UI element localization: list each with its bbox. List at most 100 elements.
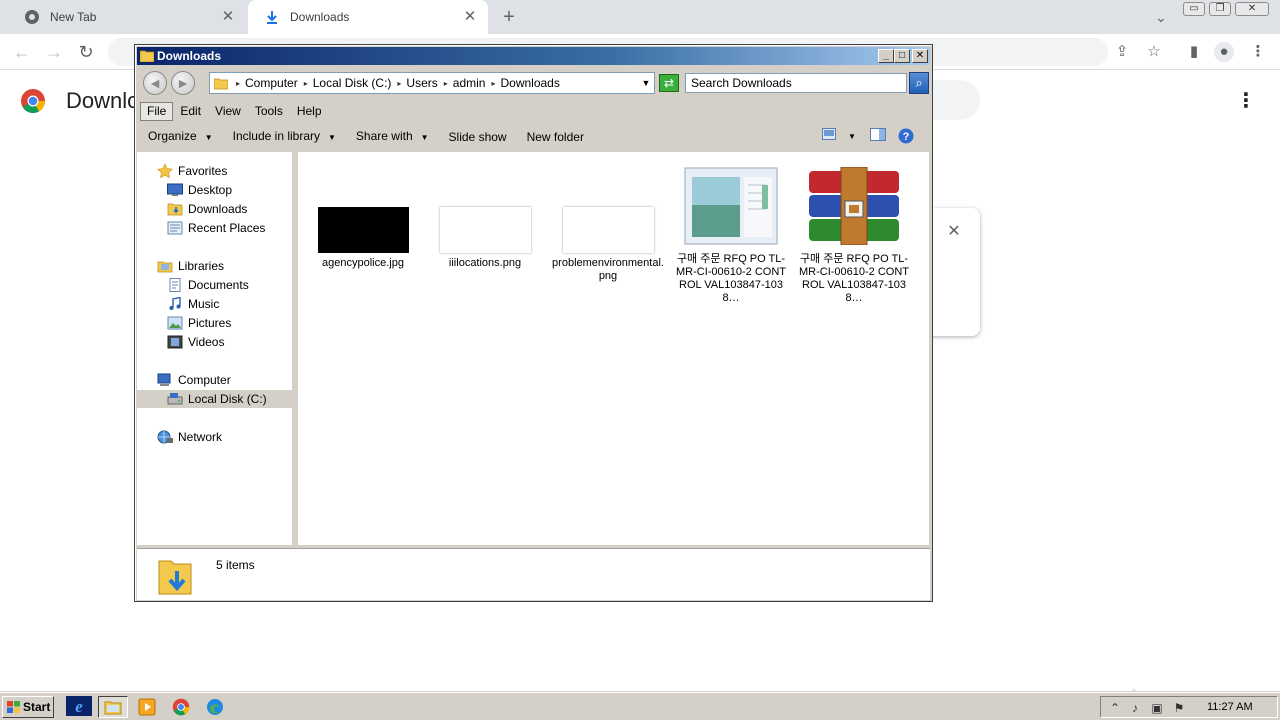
back-icon[interactable]: ← bbox=[10, 40, 34, 64]
back-icon[interactable]: ◄ bbox=[143, 71, 167, 95]
nav-libraries[interactable]: Libraries bbox=[157, 257, 224, 275]
nav-pictures[interactable]: Pictures bbox=[167, 314, 231, 332]
nav-network[interactable]: Network bbox=[157, 428, 222, 446]
menu-file[interactable]: File bbox=[140, 102, 174, 121]
videos-icon bbox=[167, 335, 183, 349]
change-view-icon[interactable] bbox=[820, 128, 838, 146]
chrome-logo-icon bbox=[21, 89, 45, 114]
chevron-right-icon: ▸ bbox=[397, 78, 402, 88]
include-in-library-button[interactable]: Include in library ▼ bbox=[222, 123, 345, 151]
nav-label: Videos bbox=[188, 335, 225, 349]
refresh-icon[interactable]: ⇄ bbox=[659, 74, 679, 92]
image-thumbnail bbox=[439, 207, 531, 253]
include-in-library-label: Include in library bbox=[232, 129, 320, 143]
close-tab-icon[interactable]: ✕ bbox=[220, 9, 236, 25]
folder-icon bbox=[140, 50, 154, 62]
forward-icon[interactable]: → bbox=[42, 40, 66, 64]
close-tab-icon[interactable]: ✕ bbox=[462, 9, 478, 25]
nav-desktop[interactable]: Desktop bbox=[167, 181, 232, 199]
profile-icon[interactable]: ● bbox=[1214, 42, 1234, 62]
menu-edit[interactable]: Edit bbox=[173, 101, 208, 122]
menu-view[interactable]: View bbox=[208, 101, 248, 122]
chevron-right-icon: ▸ bbox=[303, 78, 308, 88]
organize-button[interactable]: Organize ▼ bbox=[137, 123, 222, 151]
folder-icon bbox=[214, 78, 228, 90]
start-button[interactable]: Start bbox=[2, 696, 54, 718]
close-icon[interactable]: ✕ bbox=[1235, 2, 1269, 16]
restore-icon[interactable]: ❐ bbox=[1209, 2, 1231, 16]
nav-favorites[interactable]: Favorites bbox=[157, 162, 227, 180]
new-folder-button[interactable]: New folder bbox=[516, 124, 593, 150]
details-pane: 5 items bbox=[137, 548, 930, 600]
remove-icon[interactable]: ✕ bbox=[944, 222, 964, 242]
breadcrumb-downloads[interactable]: Downloads bbox=[500, 76, 559, 90]
network-status-icon[interactable]: ▣ bbox=[1149, 700, 1165, 716]
breadcrumb[interactable]: ▸ Computer ▸ Local Disk (C:) ▸ Users ▸ a… bbox=[209, 72, 655, 94]
file-item[interactable]: 구매 주문 RFQ PO TL-MR-CI-00610-2 CONTROL VA… bbox=[798, 166, 910, 305]
preview-pane-icon[interactable] bbox=[869, 128, 887, 146]
tab-new-tab[interactable]: New Tab ✕ bbox=[8, 0, 246, 34]
menu-tools[interactable]: Tools bbox=[248, 101, 290, 122]
bookmark-star-icon[interactable]: ☆ bbox=[1144, 42, 1164, 62]
title-bar[interactable]: Downloads _ □ ✕ bbox=[137, 47, 930, 65]
breadcrumb-users[interactable]: Users bbox=[406, 76, 437, 90]
clock[interactable]: 11:27 AM bbox=[1207, 697, 1253, 717]
share-with-label: Share with bbox=[355, 129, 413, 143]
search-downloads-field[interactable] bbox=[930, 80, 980, 120]
minimize-button[interactable]: _ bbox=[878, 49, 894, 63]
volume-icon[interactable]: ♪ bbox=[1127, 700, 1143, 716]
share-icon[interactable]: ⇪ bbox=[1112, 42, 1132, 62]
command-bar: Organize ▼ Include in library ▼ Share with… bbox=[137, 124, 930, 150]
breadcrumb-local-disk[interactable]: Local Disk (C:) bbox=[313, 76, 392, 90]
window-title: Downloads bbox=[157, 49, 222, 63]
close-button[interactable]: ✕ bbox=[912, 49, 928, 63]
nav-documents[interactable]: Documents bbox=[167, 276, 249, 294]
slide-show-button[interactable]: Slide show bbox=[438, 124, 516, 150]
nav-music[interactable]: Music bbox=[167, 295, 219, 313]
nav-label: Downloads bbox=[188, 202, 248, 216]
file-item[interactable]: iiilocations.png bbox=[429, 207, 541, 270]
media-player-icon[interactable] bbox=[132, 696, 162, 718]
chevron-down-icon[interactable]: ▼ bbox=[637, 72, 655, 94]
nav-downloads[interactable]: Downloads bbox=[167, 200, 247, 218]
maximize-button[interactable]: □ bbox=[894, 49, 910, 63]
more-options-icon[interactable]: ⋮ bbox=[1236, 89, 1256, 113]
file-item[interactable]: agencypolice.jpg bbox=[307, 207, 419, 270]
new-tab-icon[interactable]: + bbox=[498, 6, 520, 28]
nav-videos[interactable]: Videos bbox=[167, 333, 224, 351]
chevron-right-icon: ▸ bbox=[236, 78, 241, 88]
breadcrumb-computer[interactable]: Computer bbox=[245, 76, 298, 90]
chevron-down-icon[interactable]: ⌄ bbox=[1150, 6, 1172, 28]
edge-icon[interactable] bbox=[200, 696, 230, 718]
computer-icon bbox=[157, 373, 171, 386]
internet-explorer-icon[interactable]: e bbox=[64, 696, 94, 718]
file-item[interactable]: 구매 주문 RFQ PO TL-MR-CI-00610-2 CONTROL VA… bbox=[675, 167, 787, 305]
tab-downloads[interactable]: Downloads ✕ bbox=[248, 0, 488, 34]
chevron-up-icon[interactable]: ⌃ bbox=[1107, 700, 1123, 716]
help-icon[interactable]: ? bbox=[897, 128, 915, 146]
menu-icon[interactable]: ⋮ bbox=[1248, 42, 1268, 62]
minimize-icon[interactable]: ▭ bbox=[1183, 2, 1205, 16]
side-panel-icon[interactable]: ▮ bbox=[1184, 42, 1204, 62]
file-explorer-icon[interactable] bbox=[98, 696, 128, 718]
nav-local-disk[interactable]: Local Disk (C:) bbox=[137, 390, 292, 408]
search-input[interactable]: Search Downloads bbox=[685, 73, 907, 93]
recent-places-icon bbox=[167, 221, 183, 235]
menu-help[interactable]: Help bbox=[290, 101, 329, 122]
action-center-flag-icon[interactable]: ⚑ bbox=[1171, 700, 1187, 716]
chevron-down-icon[interactable]: ▼ bbox=[843, 128, 861, 146]
winrar-archive-icon bbox=[809, 166, 899, 246]
reload-icon[interactable]: ↻ bbox=[74, 40, 98, 64]
file-item[interactable]: problemenvironmental.png bbox=[552, 207, 664, 283]
search-icon[interactable]: ⌕ bbox=[909, 72, 929, 94]
start-label: Start bbox=[23, 700, 51, 714]
nav-computer[interactable]: Computer bbox=[157, 371, 231, 389]
breadcrumb-admin[interactable]: admin bbox=[453, 76, 486, 90]
forward-icon[interactable]: ► bbox=[171, 71, 195, 95]
windows-logo-icon bbox=[7, 701, 20, 713]
chrome-icon[interactable] bbox=[166, 696, 196, 718]
nav-label: Local Disk (C:) bbox=[188, 392, 267, 406]
nav-recent-places[interactable]: Recent Places bbox=[167, 219, 265, 237]
file-name: problemenvironmental.png bbox=[552, 257, 664, 282]
share-with-button[interactable]: Share with ▼ bbox=[345, 123, 438, 151]
